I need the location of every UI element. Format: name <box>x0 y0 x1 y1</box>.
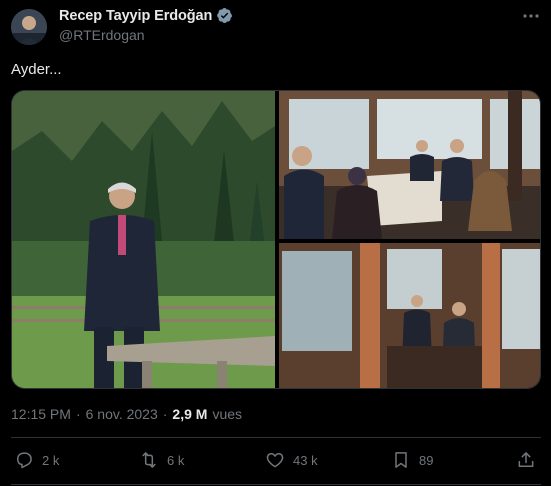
photo-interior-bottom[interactable] <box>279 243 541 389</box>
repost-button[interactable]: 6 k <box>139 446 184 474</box>
like-count: 43 k <box>293 452 318 468</box>
reply-count: 2 k <box>42 452 60 468</box>
action-bar: 2 k 6 k 43 k 89 <box>11 446 541 474</box>
views-label: vues <box>212 406 243 422</box>
post-date[interactable]: 6 nov. 2023 <box>86 406 158 422</box>
heart-icon <box>266 453 284 468</box>
meta-separator: · <box>75 406 81 422</box>
bookmark-button[interactable]: 89 <box>391 446 433 474</box>
reply-icon <box>17 452 32 469</box>
author-name[interactable]: Recep Tayyip Erdoğan <box>59 8 212 24</box>
post: Recep Tayyip Erdoğan @RTErdogan Ayder... <box>0 0 551 486</box>
bookmark-count: 89 <box>419 452 434 468</box>
meta-separator: · <box>162 406 168 422</box>
photo-interior-top[interactable] <box>279 91 541 239</box>
repost-icon <box>142 452 156 468</box>
post-meta: 12:15 PM · 6 nov. 2023 · 2,9 M vues <box>11 406 242 422</box>
verified-badge-icon <box>216 7 233 24</box>
post-time[interactable]: 12:15 PM <box>11 406 71 422</box>
repost-count: 6 k <box>167 452 185 468</box>
share-icon <box>518 452 534 467</box>
like-button[interactable]: 43 k <box>265 446 318 474</box>
reply-button[interactable]: 2 k <box>14 446 59 474</box>
media-grid <box>11 90 541 389</box>
author-handle[interactable]: @RTErdogan <box>59 27 145 43</box>
photo-portrait[interactable] <box>12 91 275 389</box>
author-row: Recep Tayyip Erdoğan <box>59 7 233 24</box>
views-count: 2,9 M <box>172 406 208 422</box>
post-text: Ayder... <box>11 61 62 78</box>
share-button[interactable] <box>516 446 536 474</box>
avatar[interactable] <box>11 9 47 45</box>
bookmark-icon <box>395 452 407 468</box>
more-icon[interactable] <box>521 8 541 24</box>
divider <box>11 484 541 485</box>
divider <box>11 437 541 438</box>
